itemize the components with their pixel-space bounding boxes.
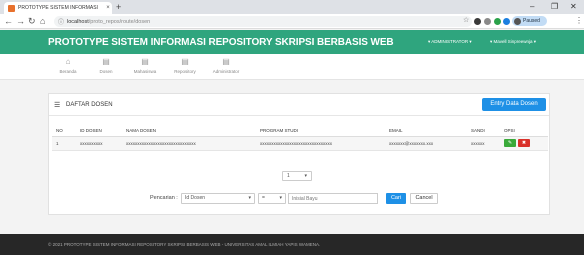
menu-item-repository[interactable]: ▤ Repository — [168, 57, 202, 74]
extension-icon[interactable] — [474, 18, 481, 25]
dosen-table: NO ID DOSEN NAMA DOSEN PROGRAM STUDI EMA… — [52, 126, 548, 151]
tab-close-icon[interactable]: × — [104, 5, 112, 11]
page-footer: © 2021 PROTOTYPE SISTEM INFORMASI REPOSI… — [0, 234, 584, 255]
chevron-down-icon: ▾ — [304, 173, 307, 179]
menu-item-label: Dosen — [99, 69, 113, 74]
column-header: ID DOSEN — [76, 126, 122, 137]
table-row: 1 xxxxxxxxxx xxxxxxxxxxxxxxxxxxxxxxxxxxx… — [52, 136, 548, 151]
panel-title: DAFTAR DOSEN — [66, 102, 113, 108]
user-menu[interactable]: ▾ Mavell Sinpreewnja ▾ — [490, 39, 536, 45]
cell-sandi: xxxxxx — [467, 136, 500, 151]
list-icon: ☰ — [54, 102, 61, 109]
footer-text: © 2021 PROTOTYPE SISTEM INFORMASI REPOSI… — [48, 242, 321, 247]
menu-item-label: Administrator — [212, 69, 240, 74]
edit-button[interactable]: ✎ — [504, 139, 516, 147]
cell-no: 1 — [52, 136, 76, 151]
profile-button[interactable]: Paused — [512, 16, 547, 26]
menu-item-mahasiswa[interactable]: ▤ Mahasiswa — [128, 57, 162, 74]
close-window-button[interactable]: ✕ — [570, 1, 577, 12]
new-tab-button[interactable]: + — [116, 2, 121, 12]
page-select[interactable]: 1 ▾ — [282, 171, 312, 181]
reload-icon[interactable]: ↻ — [28, 15, 36, 27]
panel-header: ☰ DAFTAR DOSEN Entry Data Dosen — [49, 94, 549, 116]
menu-item-administrator[interactable]: ▤ Administrator — [209, 57, 243, 74]
column-header: SANDI — [467, 126, 500, 137]
profile-label: Paused — [523, 18, 540, 24]
address-bar[interactable]: ⓘ localhost/proto_repos/route/dosen — [54, 16, 472, 27]
search-label: Pencarian : — [150, 195, 178, 201]
url-path: /proto_repos/route/dosen — [88, 18, 151, 25]
tab-title: PROTOTYPE SISTEM INFORMASI — [18, 5, 98, 11]
column-header: PROGRAM STUDI — [256, 126, 385, 137]
edit-icon: ✎ — [507, 140, 513, 146]
cell-email: xxxxxxx@xxxxxxx.xxx — [385, 136, 467, 151]
search-field-value: Id Dosen — [185, 195, 206, 201]
cell-id-dosen: xxxxxxxxxx — [76, 136, 122, 151]
list-icon: ▤ — [141, 57, 149, 66]
cell-opsi: ✎ ✖ — [500, 136, 548, 151]
menu-item-dosen[interactable]: ▤ Dosen — [89, 57, 123, 74]
browser-tabstrip: PROTOTYPE SISTEM INFORMASI × + – ❐ ✕ — [0, 0, 584, 14]
column-header: OPSI — [500, 126, 548, 137]
search-operator-select[interactable]: = ▾ — [258, 193, 286, 204]
browser-toolbar: ← → ↻ ⌂ ⓘ localhost/proto_repos/route/do… — [0, 14, 584, 29]
cancel-button[interactable]: Cancel — [410, 193, 438, 204]
bookmark-star-icon[interactable]: ☆ — [463, 16, 469, 24]
table-header-row: NO ID DOSEN NAMA DOSEN PROGRAM STUDI EMA… — [52, 126, 548, 137]
menu-item-beranda[interactable]: ⌂ Beranda — [51, 57, 85, 74]
extension-icon[interactable] — [484, 18, 491, 25]
app-title: PROTOTYPE SISTEM INFORMASI REPOSITORY SK… — [48, 37, 394, 48]
app-header: PROTOTYPE SISTEM INFORMASI REPOSITORY SK… — [0, 30, 584, 54]
list-icon: ▤ — [102, 57, 110, 66]
main-menu: ⌂ Beranda ▤ Dosen ▤ Mahasiswa ▤ Reposito… — [0, 54, 584, 80]
delete-icon: ✖ — [521, 140, 527, 146]
chevron-down-icon: ▾ — [279, 195, 282, 201]
menu-item-label: Repository — [174, 69, 196, 74]
delete-button[interactable]: ✖ — [518, 139, 530, 147]
cell-program-studi: xxxxxxxxxxxxxxxxxxxxxxxxxxxxxxxx — [256, 136, 385, 151]
column-header: NAMA DOSEN — [122, 126, 256, 137]
role-menu[interactable]: ▾ ADMINISTRATOR ▾ — [428, 39, 472, 45]
menu-item-label: Beranda — [59, 69, 77, 74]
search-input[interactable] — [288, 193, 378, 204]
extension-icon[interactable] — [503, 18, 510, 25]
extension-icon[interactable] — [494, 18, 501, 25]
column-header: NO — [52, 126, 76, 137]
home-icon: ⌂ — [65, 57, 71, 66]
chevron-down-icon: ▾ — [248, 195, 251, 201]
browser-menu-icon[interactable]: ⋮ — [575, 16, 583, 25]
maximize-button[interactable]: ❐ — [551, 1, 558, 12]
browser-tab[interactable]: PROTOTYPE SISTEM INFORMASI × — [4, 2, 112, 14]
search-operator-value: = — [262, 195, 265, 201]
entry-data-dosen-button[interactable]: Entry Data Dosen — [482, 98, 546, 111]
list-icon: ▤ — [181, 57, 189, 66]
forward-icon[interactable]: → — [16, 15, 25, 27]
search-button[interactable]: Cari — [386, 193, 406, 204]
cell-nama-dosen: xxxxxxxxxxxxxxxxxxxxxxxxxxxxxxx — [122, 136, 256, 151]
menu-item-label: Mahasiswa — [133, 69, 157, 74]
column-header: EMAIL — [385, 126, 467, 137]
url-host: localhost — [67, 18, 89, 25]
back-icon[interactable]: ← — [4, 15, 13, 27]
avatar — [514, 17, 521, 25]
list-icon: ▤ — [222, 57, 230, 66]
favicon-icon — [8, 4, 15, 12]
search-field-select[interactable]: Id Dosen ▾ — [181, 193, 255, 204]
home-icon[interactable]: ⌂ — [40, 15, 45, 27]
minimize-button[interactable]: – — [530, 1, 534, 12]
info-icon[interactable]: ⓘ — [58, 17, 64, 26]
page-select-value: 1 — [287, 173, 290, 179]
